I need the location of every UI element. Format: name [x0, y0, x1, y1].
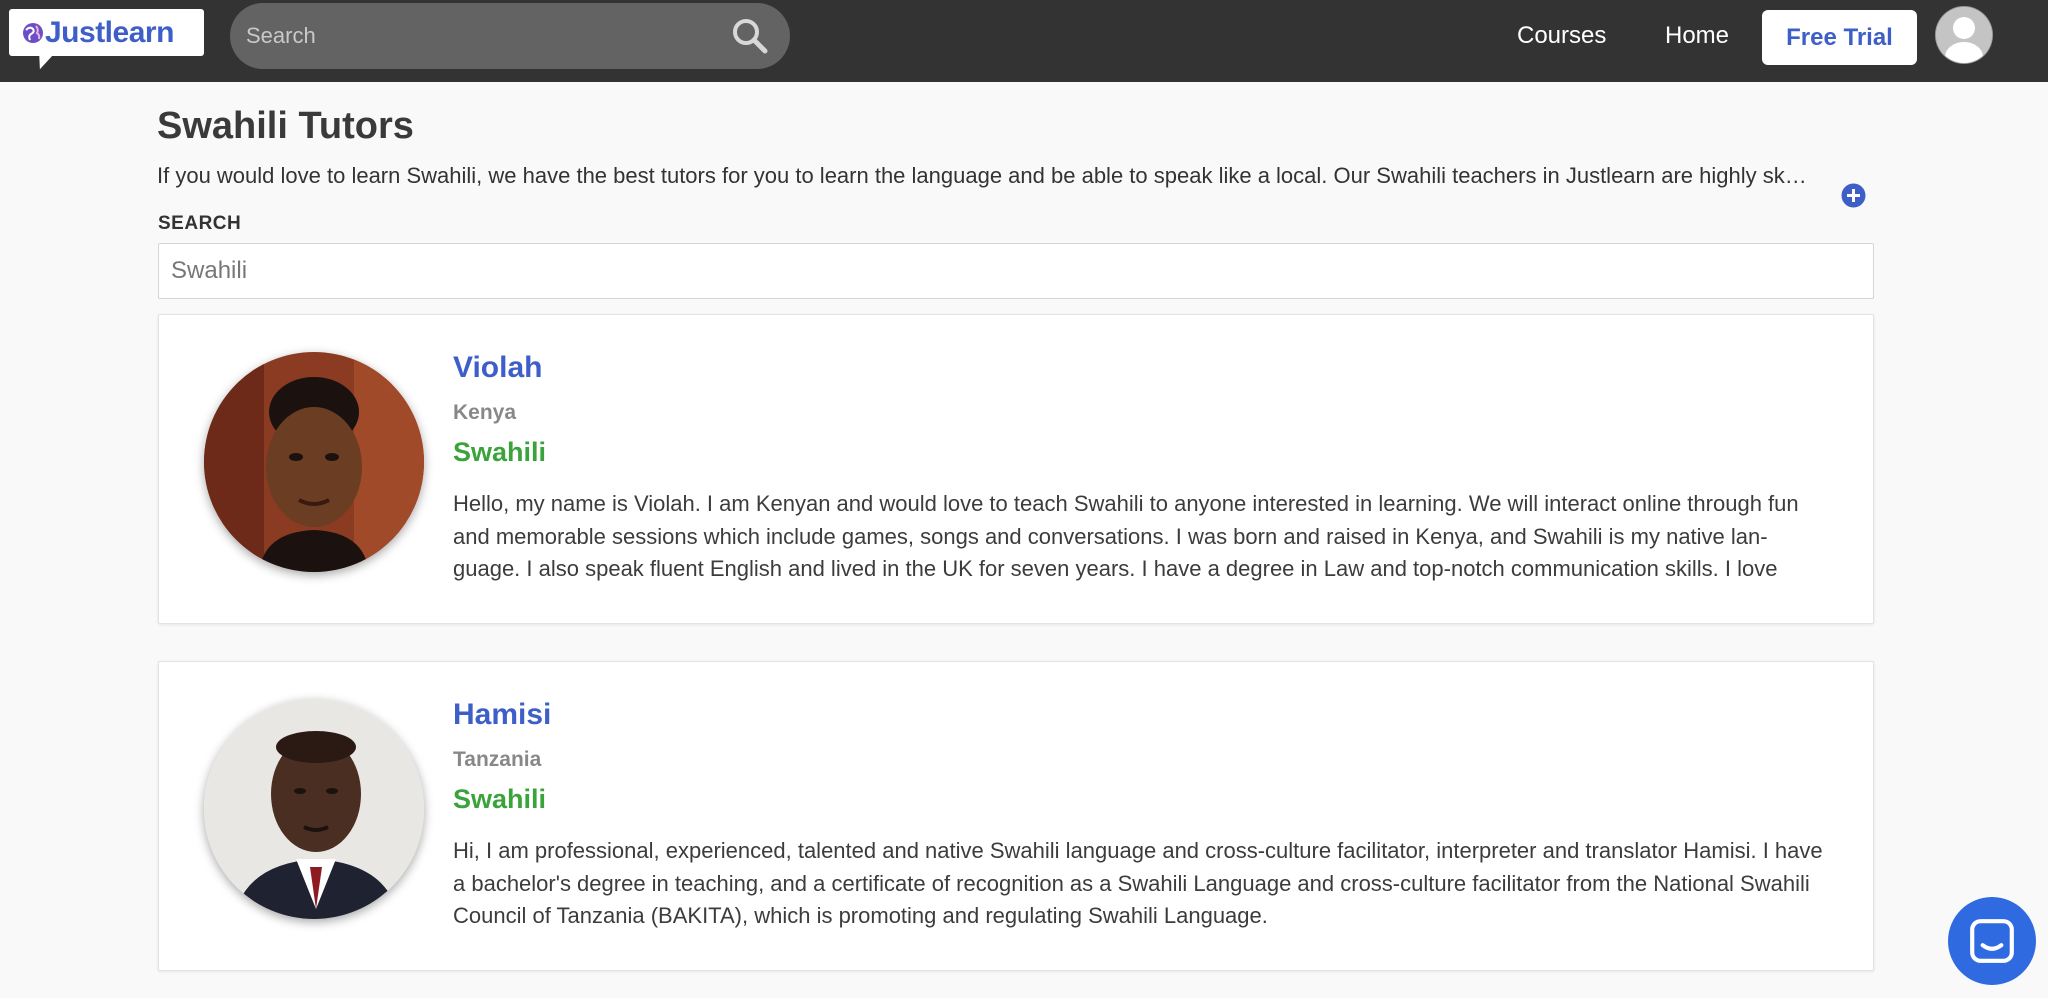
tutor-card[interactable]: Violah Kenya Swahili Hello, my name is V…: [158, 314, 1874, 624]
intro-text: If you would love to learn Swahili, we h…: [157, 163, 1807, 188]
tutor-search: [158, 243, 1874, 299]
top-navbar: Justlearn Courses Home Free Trial: [0, 0, 2048, 82]
tutor-photo[interactable]: [204, 352, 424, 572]
tutor-country: Tanzania: [453, 748, 542, 771]
globe-icon: [23, 23, 43, 43]
search-icon[interactable]: [730, 16, 770, 56]
tutor-photo[interactable]: [204, 699, 424, 919]
free-trial-button[interactable]: Free Trial: [1762, 10, 1917, 65]
tutor-name[interactable]: Hamisi: [453, 698, 551, 732]
nav-home-link[interactable]: Home: [1665, 22, 1729, 50]
tutor-portrait-image: [204, 352, 424, 572]
user-avatar[interactable]: [1936, 7, 1992, 63]
tutor-language: Swahili: [453, 784, 547, 814]
header-search: [230, 3, 790, 69]
tutor-portrait-image: [204, 699, 424, 919]
justlearn-logo[interactable]: Justlearn: [9, 9, 204, 56]
tutor-bio: Hello, my name is Violah. I am Kenyan an…: [453, 491, 1799, 581]
chat-button[interactable]: [1948, 897, 2036, 985]
page-title: Swahili Tutors: [157, 105, 414, 147]
logo-text: Justlearn: [45, 16, 174, 49]
tutor-country: Kenya: [453, 401, 517, 424]
chat-icon: [1970, 919, 2014, 963]
header-search-input[interactable]: [246, 3, 716, 69]
tutor-bio: Hi, I am professional, experienced, tale…: [453, 838, 1823, 928]
nav-courses-link[interactable]: Courses: [1517, 22, 1606, 50]
tutor-name[interactable]: Violah: [453, 351, 542, 385]
search-label: SEARCH: [158, 213, 242, 234]
tutor-search-input[interactable]: [159, 244, 1873, 298]
plus-circle-icon[interactable]: [1841, 183, 1866, 208]
tutor-language: Swahili: [453, 437, 547, 467]
user-icon: [1936, 7, 1992, 63]
tutor-card[interactable]: Hamisi Tanzania Swahili Hi, I am profess…: [158, 661, 1874, 971]
